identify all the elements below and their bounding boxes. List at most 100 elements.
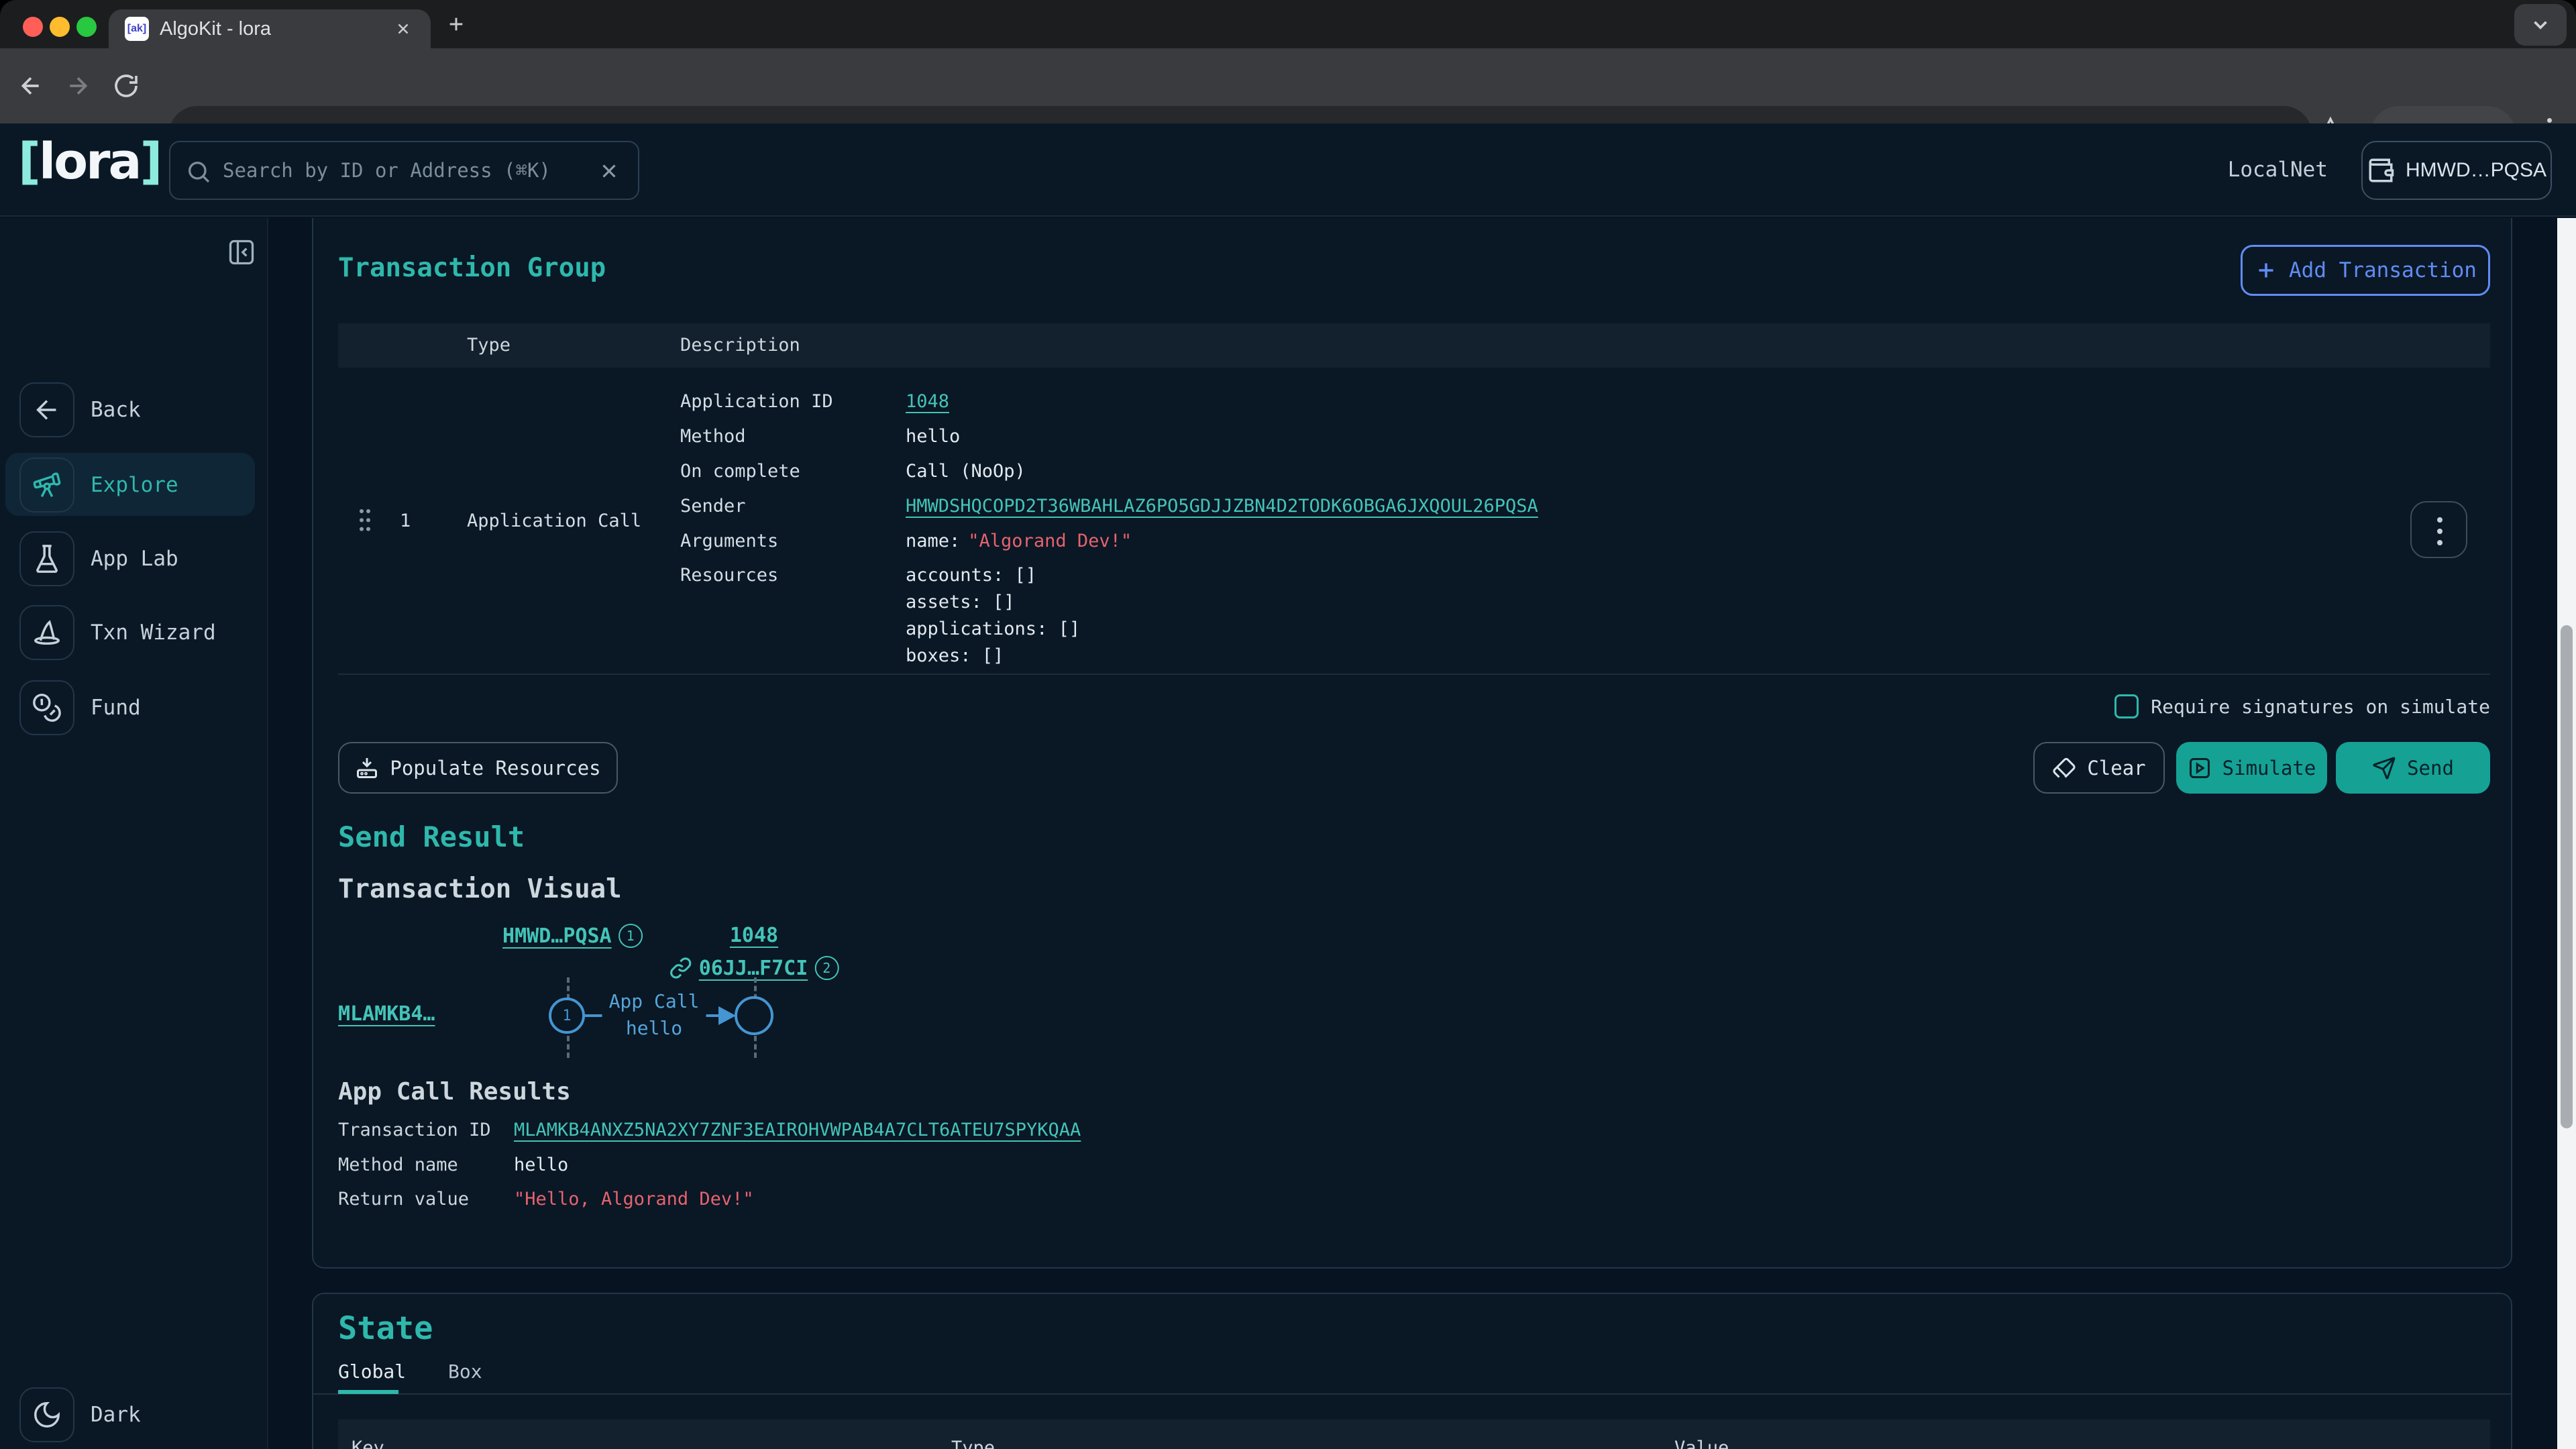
edge-arrow	[718, 1006, 736, 1025]
transaction-group-card: Transaction Group Add Transaction Type D…	[312, 218, 2512, 1269]
resources-values: accounts: [] assets: [] applications: []…	[906, 558, 1080, 669]
square-play-icon	[2188, 756, 2212, 780]
sidebar-item-label: App Lab	[91, 547, 178, 571]
search-box	[169, 141, 639, 200]
from-node-number: 1	[562, 1008, 571, 1024]
transaction-row-link[interactable]: MLAMKB4…	[338, 1002, 435, 1026]
sidebar-item-label: Back	[91, 398, 141, 422]
application-id-link[interactable]: 1048	[906, 391, 949, 412]
sidebar-collapse-button[interactable]	[225, 237, 258, 269]
sidebar-item-back[interactable]: Back	[19, 382, 141, 438]
resource-boxes: boxes: []	[906, 643, 1080, 669]
edge-label-type: App Call	[609, 988, 700, 1015]
scrollbar-thumb[interactable]	[2561, 625, 2573, 1128]
wallet-address: HMWD…PQSA	[2406, 159, 2546, 182]
moon-icon	[19, 1387, 74, 1442]
traffic-light-minimize[interactable]	[50, 17, 70, 37]
close-tab-icon[interactable]	[394, 20, 412, 38]
link-icon	[669, 957, 692, 979]
oncomplete-value: Call (NoOp)	[906, 461, 1026, 482]
sidebar-item-label: Txn Wizard	[91, 621, 216, 645]
table-header: Type Description	[338, 323, 2490, 368]
field-label: On complete	[680, 461, 906, 482]
edge-label: App Call hello	[602, 988, 706, 1042]
page-title: Transaction Group	[338, 253, 606, 283]
field-label: Arguments	[680, 531, 906, 551]
column-description: Description	[680, 323, 800, 368]
page-scrollbar[interactable]	[2557, 218, 2576, 1449]
sidebar-item-app-lab[interactable]: App Lab	[19, 531, 178, 587]
favicon: [ak]	[125, 17, 149, 41]
state-table-header: Key Type Value	[338, 1419, 2490, 1449]
plus-icon	[2254, 258, 2278, 282]
lora-logo[interactable]: [lora]	[18, 133, 160, 191]
from-node[interactable]: 1	[549, 998, 585, 1034]
field-label: Resources	[680, 558, 906, 593]
send-button[interactable]: Send	[2336, 742, 2490, 794]
browser-forward-icon[interactable]	[64, 72, 91, 99]
app-account-link[interactable]: 06JJ…F7CI	[699, 957, 808, 980]
resource-accounts: accounts: []	[906, 562, 1080, 589]
browser-toolbar: lora.algokit.io/localnet/application/104…	[0, 48, 2576, 123]
main-content: Transaction Group Add Transaction Type D…	[268, 218, 2576, 1449]
sender-address-link[interactable]: HMWDSHQCOPD2T36WBAHLAZ6PO5GDJJZBN4D2TODK…	[906, 496, 1538, 517]
sidebar-item-label: Fund	[91, 696, 141, 720]
clear-label: Clear	[2087, 757, 2145, 780]
sidebar-item-txn-wizard[interactable]: Txn Wizard	[19, 604, 216, 661]
row-menu-button[interactable]	[2410, 501, 2467, 558]
group-position-badge: 2	[814, 956, 839, 980]
browser-window: [ak] AlgoKit - lora lora.algokit.io/loca…	[0, 0, 2576, 1449]
add-transaction-label: Add Transaction	[2289, 258, 2477, 282]
network-label[interactable]: LocalNet	[2228, 123, 2328, 217]
traffic-light-zoom[interactable]	[76, 17, 97, 37]
flask-icon	[19, 531, 74, 586]
state-title: State	[338, 1310, 433, 1347]
add-transaction-button[interactable]: Add Transaction	[2241, 245, 2490, 296]
to-node[interactable]	[735, 996, 773, 1035]
search-clear-icon[interactable]	[598, 160, 621, 182]
browser-reload-icon[interactable]	[113, 72, 140, 99]
clear-button[interactable]: Clear	[2033, 742, 2165, 794]
send-label: Send	[2407, 757, 2454, 780]
field-label: Method	[680, 426, 906, 447]
send-result-title: Send Result	[338, 820, 525, 853]
method-name-value: hello	[514, 1152, 568, 1179]
tab-search-button[interactable]	[2514, 4, 2567, 46]
drag-handle-icon[interactable]	[352, 505, 378, 537]
logo-bracket-open: [	[18, 133, 39, 191]
send-plane-icon	[2372, 756, 2396, 780]
populate-resources-label: Populate Resources	[390, 757, 600, 780]
sidebar-item-explore[interactable]: Explore	[19, 457, 178, 513]
require-signatures-checkbox[interactable]	[2114, 694, 2139, 718]
table-row: 1 Application Call Application ID1048 Me…	[338, 368, 2490, 675]
populate-resources-button[interactable]: Populate Resources	[338, 742, 618, 794]
method-value: hello	[906, 426, 960, 447]
field-label: Application ID	[680, 391, 906, 412]
column-key: Key	[352, 1419, 384, 1449]
tab-global[interactable]: Global	[338, 1358, 406, 1392]
transaction-id-link[interactable]: MLAMKB4ANXZ5NA2XY7ZNF3EAIROHVWPAB4A7CLT6…	[514, 1117, 1081, 1144]
app-header: [lora] LocalNet HMWD…PQSA	[0, 123, 2576, 217]
sender-column-link[interactable]: HMWD…PQSA	[502, 924, 612, 948]
state-tabs: Global Box	[313, 1358, 2511, 1395]
traffic-light-close[interactable]	[23, 17, 43, 37]
app-body: Back Explore App Lab Txn Wizard Fund	[0, 218, 2576, 1449]
result-label: Method name	[338, 1152, 514, 1179]
group-position-badge: 1	[619, 924, 643, 948]
new-tab-icon[interactable]	[445, 13, 467, 35]
logo-bracket-close: ]	[140, 133, 160, 191]
wallet-button[interactable]: HMWD…PQSA	[2361, 141, 2552, 200]
sidebar: Back Explore App Lab Txn Wizard Fund	[0, 218, 268, 1449]
sidebar-item-theme[interactable]: Dark	[19, 1387, 141, 1443]
search-input[interactable]	[223, 142, 572, 199]
column-type: Type	[951, 1419, 995, 1449]
browser-back-icon[interactable]	[17, 72, 44, 99]
browser-tab[interactable]: [ak] AlgoKit - lora	[109, 9, 431, 48]
result-label: Return value	[338, 1186, 514, 1213]
tab-box[interactable]: Box	[448, 1358, 482, 1392]
sidebar-item-fund[interactable]: Fund	[19, 680, 141, 736]
application-column-link[interactable]: 1048	[730, 924, 778, 947]
simulate-button[interactable]: Simulate	[2176, 742, 2327, 794]
resource-assets: assets: []	[906, 589, 1080, 616]
tab-strip: [ak] AlgoKit - lora	[0, 0, 2576, 48]
